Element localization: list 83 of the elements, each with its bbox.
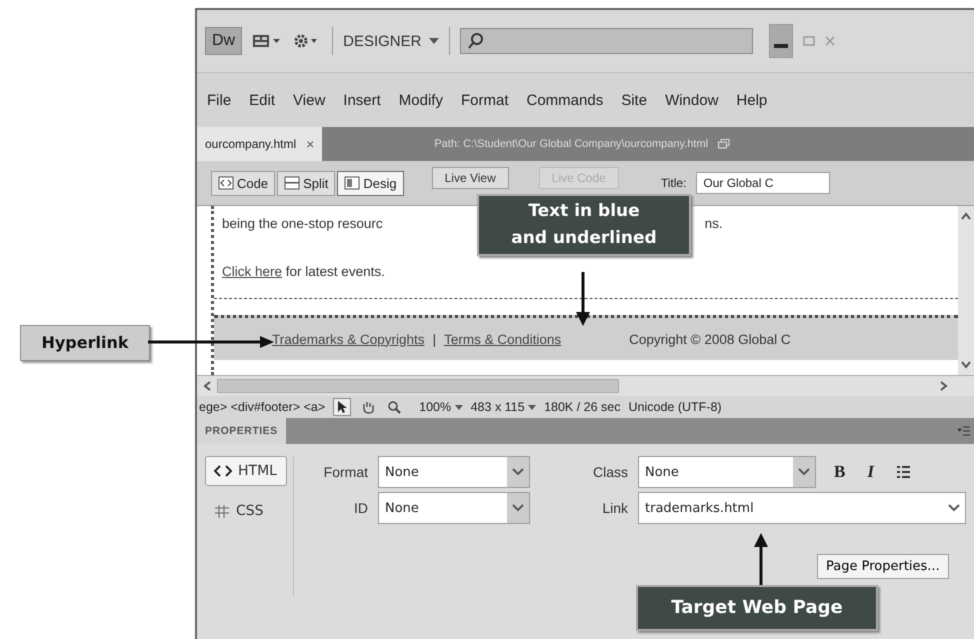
encoding-text: Unicode (UTF-8) <box>628 400 722 414</box>
download-size-text: 180K / 26 sec <box>544 400 621 414</box>
callout-arrow <box>576 272 590 326</box>
pointer-tool-icon[interactable] <box>333 398 352 416</box>
view-button[interactable]: Code <box>211 170 276 196</box>
tag-selector[interactable]: ege> <div#footer> <a> <box>199 400 326 414</box>
paragraph-text: ns. <box>704 216 723 230</box>
menu-item[interactable]: View <box>293 92 326 108</box>
restore-icon[interactable] <box>718 139 730 149</box>
live-view-button[interactable]: Live View <box>432 167 509 189</box>
properties-tab[interactable]: PROPERTIES <box>197 418 286 444</box>
code-icon <box>218 176 234 190</box>
menu-item[interactable]: Format <box>460 92 508 108</box>
close-icon <box>825 36 836 46</box>
grid-icon <box>214 504 230 518</box>
minimize-button[interactable] <box>769 24 794 58</box>
menu-item[interactable]: Site <box>621 92 648 108</box>
menu-item[interactable]: Modify <box>398 92 443 108</box>
file-path: Path: C:\Student\Our Global Company\ourcompany.html <box>434 138 708 150</box>
scroll-down-icon[interactable] <box>961 361 971 369</box>
paragraph-text: being the one-stop resourc <box>222 216 383 230</box>
field-label: Class <box>592 464 628 480</box>
dropdown-field[interactable]: None <box>638 456 816 488</box>
maximize-icon <box>803 36 816 46</box>
search-field[interactable] <box>460 28 754 54</box>
menu-item[interactable]: Help <box>736 92 768 108</box>
minimize-icon <box>774 44 788 48</box>
field-label: Link <box>601 500 628 516</box>
search-icon <box>467 32 486 50</box>
field-label: Format <box>322 464 368 480</box>
copyright-text: Copyright © 2008 Global C <box>629 332 791 346</box>
caret-icon <box>454 405 463 411</box>
page-properties-button[interactable]: Page Properties... <box>817 554 949 579</box>
bold-button[interactable]: B <box>834 462 846 482</box>
document-tab[interactable]: ourcompany.html × <box>197 127 322 161</box>
paragraph-text: Click here for latest events. <box>222 264 385 278</box>
layout-menu-button[interactable] <box>252 33 282 49</box>
css-mode-button[interactable]: CSS <box>205 496 287 526</box>
caret-icon <box>528 405 536 411</box>
callout-arrow <box>754 533 768 585</box>
chevron-down-icon <box>948 504 960 512</box>
panel-menu-icon[interactable] <box>958 426 970 436</box>
scroll-right-icon[interactable] <box>940 381 948 391</box>
footer-link[interactable]: Terms & Conditions <box>444 332 562 346</box>
page-icon <box>344 176 360 190</box>
view-button[interactable]: Desig <box>337 170 404 196</box>
footer-link[interactable]: Trademarks & Copyrights <box>272 332 425 346</box>
scroll-up-icon[interactable] <box>961 212 971 220</box>
list-icon[interactable] <box>896 464 910 480</box>
split-view-icon <box>284 176 300 190</box>
chevron-down-icon <box>512 504 524 512</box>
callout-label: Text in blue and underlined <box>477 194 691 256</box>
title-field[interactable]: Our Global C <box>696 172 830 194</box>
tab-close-button[interactable]: × <box>306 136 314 152</box>
callout-label: Target Web Page <box>636 585 878 631</box>
field-label: ID <box>353 500 368 516</box>
layout-icon <box>252 33 282 49</box>
dropdown-field[interactable]: None <box>378 456 530 488</box>
menu-item[interactable]: Insert <box>343 92 381 108</box>
menu-item[interactable]: Edit <box>249 92 276 108</box>
scroll-left-icon[interactable] <box>203 381 211 391</box>
zoom-select[interactable]: 100% <box>419 400 463 414</box>
text-link[interactable]: Click here <box>222 264 282 278</box>
app-logo: Dw <box>205 27 242 55</box>
window-size-select[interactable]: 483 x 115 <box>470 400 536 414</box>
horizontal-scrollbar[interactable] <box>197 375 974 396</box>
menu-item[interactable]: Window <box>665 92 718 108</box>
menu-item[interactable]: File <box>207 92 232 108</box>
dropdown-field[interactable]: None <box>378 492 530 524</box>
workspace-switcher[interactable]: DESIGNER <box>343 32 440 50</box>
menu-item[interactable]: Commands <box>526 92 604 108</box>
caret-icon <box>429 37 440 45</box>
code-icon <box>214 465 232 477</box>
vertical-scrollbar[interactable] <box>958 206 974 375</box>
chevron-down-icon <box>798 468 810 476</box>
callout-label: Hyperlink <box>20 325 150 361</box>
link-separator: | <box>432 332 436 346</box>
html-mode-button[interactable]: HTML <box>205 456 287 486</box>
title-label: Title: <box>660 176 686 190</box>
chevron-down-icon <box>512 468 524 476</box>
view-button[interactable]: Split <box>277 170 336 196</box>
italic-button[interactable]: I <box>867 462 874 482</box>
input-field[interactable]: trademarks.html <box>638 492 966 524</box>
